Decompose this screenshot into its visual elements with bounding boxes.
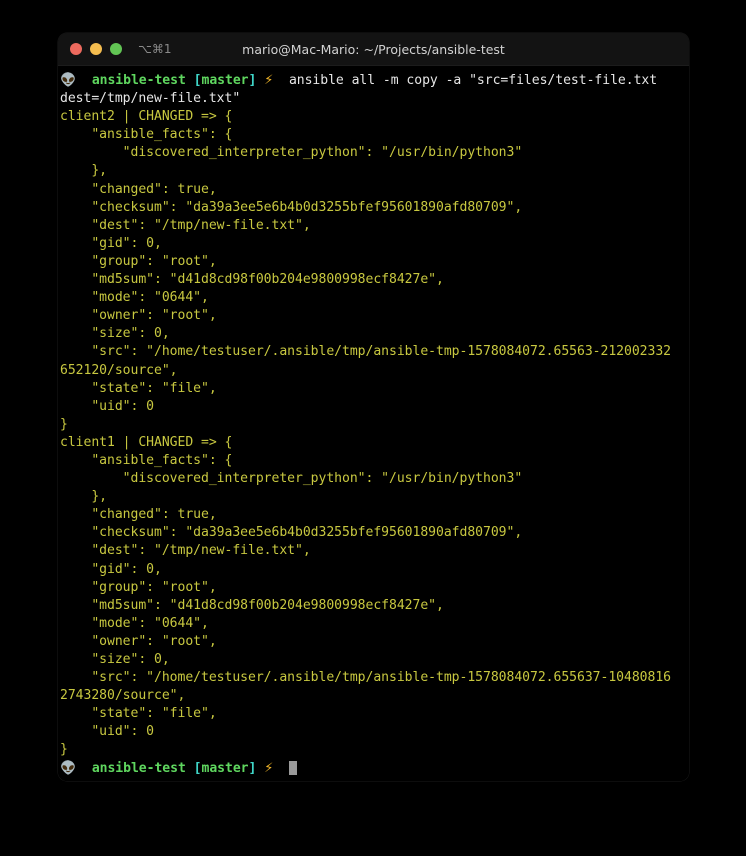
output-line: "state": "file", — [60, 380, 217, 396]
output-line: "md5sum": "d41d8cd98f00b204e9800998ecf84… — [60, 272, 444, 288]
alien-icon: 👽 — [60, 73, 77, 88]
output-line: "size": 0, — [60, 326, 170, 342]
lightning-bolt-icon: ⚡ — [264, 73, 274, 88]
output-line: "dest": "/tmp/new-file.txt", — [60, 217, 311, 233]
output-line: "changed": true, — [60, 181, 217, 197]
output-line: "ansible_facts": { — [60, 452, 233, 468]
output-line: "src": "/home/testuser/.ansible/tmp/ansi… — [60, 670, 671, 686]
output-line: "mode": "0644", — [60, 615, 209, 631]
output-line: } — [60, 416, 68, 432]
traffic-lights — [70, 43, 122, 55]
output-line: "discovered_interpreter_python": "/usr/b… — [60, 471, 523, 487]
title-bar[interactable]: ⌥⌘1 mario@Mac-Mario: ~/Projects/ansible-… — [58, 33, 689, 66]
prompt-repo: ansible-test — [91, 73, 186, 88]
terminal-window: ⌥⌘1 mario@Mac-Mario: ~/Projects/ansible-… — [58, 33, 689, 781]
output-line: "ansible_facts": { — [60, 127, 233, 143]
output-line: "checksum": "da39a3ee5e6b4b0d3255bfef956… — [60, 525, 523, 541]
prompt-branch: master — [201, 73, 249, 88]
zoom-button-icon[interactable] — [110, 43, 122, 55]
output-line: "changed": true, — [60, 507, 217, 523]
window-shortcut-label: ⌥⌘1 — [138, 42, 172, 56]
prompt-bracket-open-bottom: [ — [193, 760, 202, 776]
prompt-bracket-open: [ — [193, 73, 202, 88]
output-line: "gid": 0, — [60, 561, 162, 577]
output-line: "mode": "0644", — [60, 290, 209, 306]
minimize-button-icon[interactable] — [90, 43, 102, 55]
output-line: "uid": 0 — [60, 724, 154, 740]
output-line: "group": "root", — [60, 253, 217, 269]
output-line: "uid": 0 — [60, 398, 154, 414]
command-text-line2: dest=/tmp/new-file.txt" — [60, 91, 241, 107]
output-line: }, — [60, 163, 107, 179]
prompt-line-top: 👽 ansible-test [master] ⚡ ansible all -m… — [58, 72, 689, 90]
output-line: "owner": "root", — [60, 633, 217, 649]
alien-icon-bottom: 👽 — [60, 760, 77, 776]
command-text-line1: ansible all -m copy -a "src=files/test-f… — [288, 73, 658, 88]
output-line: 2743280/source", — [60, 688, 186, 704]
terminal-output-area[interactable]: 👽 ansible-test [master] ⚡ ansible all -m… — [58, 66, 689, 781]
close-button-icon[interactable] — [70, 43, 82, 55]
output-line: } — [60, 742, 68, 758]
text-cursor[interactable] — [288, 760, 297, 775]
prompt-spacer — [76, 73, 92, 88]
output-line: "checksum": "da39a3ee5e6b4b0d3255bfef956… — [60, 199, 523, 215]
output-line: "md5sum": "d41d8cd98f00b204e9800998ecf84… — [60, 597, 444, 613]
output-line: client2 | CHANGED => { — [60, 109, 233, 125]
output-line: "gid": 0, — [60, 235, 162, 251]
output-line: client1 | CHANGED => { — [60, 434, 233, 450]
prompt-line-bottom: 👽 ansible-test [master] ⚡ — [58, 760, 689, 778]
output-line: "state": "file", — [60, 706, 217, 722]
output-line: "discovered_interpreter_python": "/usr/b… — [60, 145, 523, 161]
prompt-branch-bottom: master — [201, 760, 249, 776]
lightning-bolt-icon-bottom: ⚡ — [264, 760, 274, 776]
output-line: "owner": "root", — [60, 308, 217, 324]
output-line: "size": 0, — [60, 652, 170, 667]
ansible-output: client2 | CHANGED => { "ansible_facts": … — [58, 108, 689, 759]
output-line: }, — [60, 489, 107, 505]
output-line: 652120/source", — [60, 362, 178, 378]
output-line: "group": "root", — [60, 579, 217, 595]
output-line: "src": "/home/testuser/.ansible/tmp/ansi… — [60, 344, 671, 360]
prompt-repo-bottom: ansible-test — [91, 760, 186, 776]
output-line: "dest": "/tmp/new-file.txt", — [60, 543, 311, 559]
